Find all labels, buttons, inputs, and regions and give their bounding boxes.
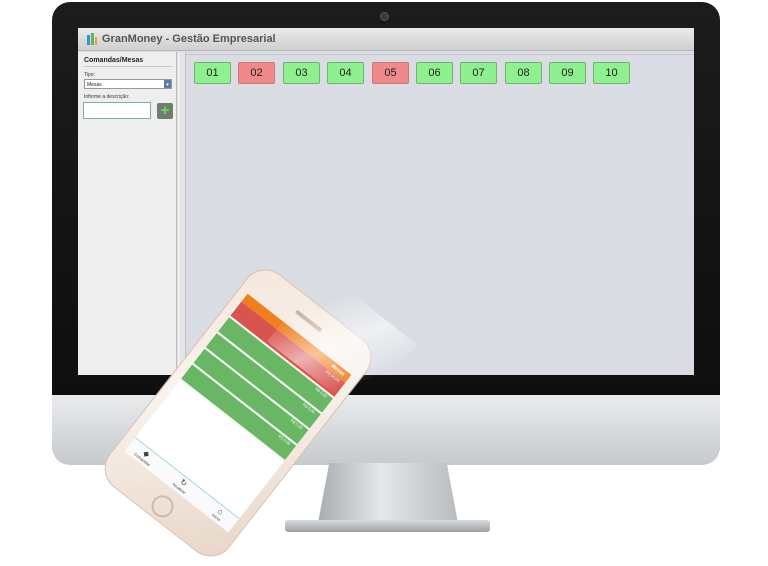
tipo-label: Tipo: (84, 72, 95, 78)
phone-tab-inicio[interactable]: ⌂ Início (203, 500, 235, 529)
monitor-stand-base (285, 520, 490, 532)
app-title: GranMoney - Gestão Empresarial (102, 33, 276, 45)
phone-tab-comandas[interactable]: ◆ Comandas (129, 442, 161, 471)
plus-icon: + (160, 102, 170, 119)
table-button-05[interactable]: 05 (372, 62, 409, 84)
app-logo-icon (87, 33, 97, 45)
phone-home-button[interactable] (147, 490, 178, 522)
table-button-09[interactable]: 09 (549, 62, 586, 84)
phone-speaker (294, 309, 323, 333)
table-button-06[interactable]: 06 (416, 62, 453, 84)
add-button[interactable]: + (157, 103, 173, 119)
home-icon: ⌂ (215, 506, 226, 517)
sidebar-panel: Comandas/Mesas Tipo: Mesas ▾ Informe a d… (78, 52, 177, 375)
table-button-08[interactable]: 08 (505, 62, 542, 84)
camera-icon (380, 12, 389, 21)
panel-splitter[interactable] (178, 52, 186, 375)
phone-tab-bar: ◆ Comandas ↻ Atualizar ⌂ Início (124, 436, 240, 533)
tipo-select-value: Mesas (87, 82, 102, 88)
table-button-07[interactable]: 07 (460, 62, 497, 84)
monitor-stand (318, 463, 458, 523)
title-bar: GranMoney - Gestão Empresarial (78, 28, 694, 51)
table-button-04[interactable]: 04 (327, 62, 364, 84)
app-window: GranMoney - Gestão Empresarial Comandas/… (78, 28, 694, 375)
table-button-03[interactable]: 03 (283, 62, 320, 84)
table-button-10[interactable]: 10 (593, 62, 630, 84)
description-label: Informe a descrição: (84, 94, 130, 100)
phone-tab-atualizar[interactable]: ↻ Atualizar (166, 471, 198, 500)
table-button-01[interactable]: 01 (194, 62, 231, 84)
chevron-down-icon[interactable]: ▾ (164, 80, 171, 88)
table-button-02[interactable]: 02 (238, 62, 275, 84)
tipo-select[interactable]: Mesas ▾ (84, 79, 172, 89)
sidebar-heading: Comandas/Mesas (84, 57, 172, 67)
description-input[interactable] (83, 102, 151, 119)
